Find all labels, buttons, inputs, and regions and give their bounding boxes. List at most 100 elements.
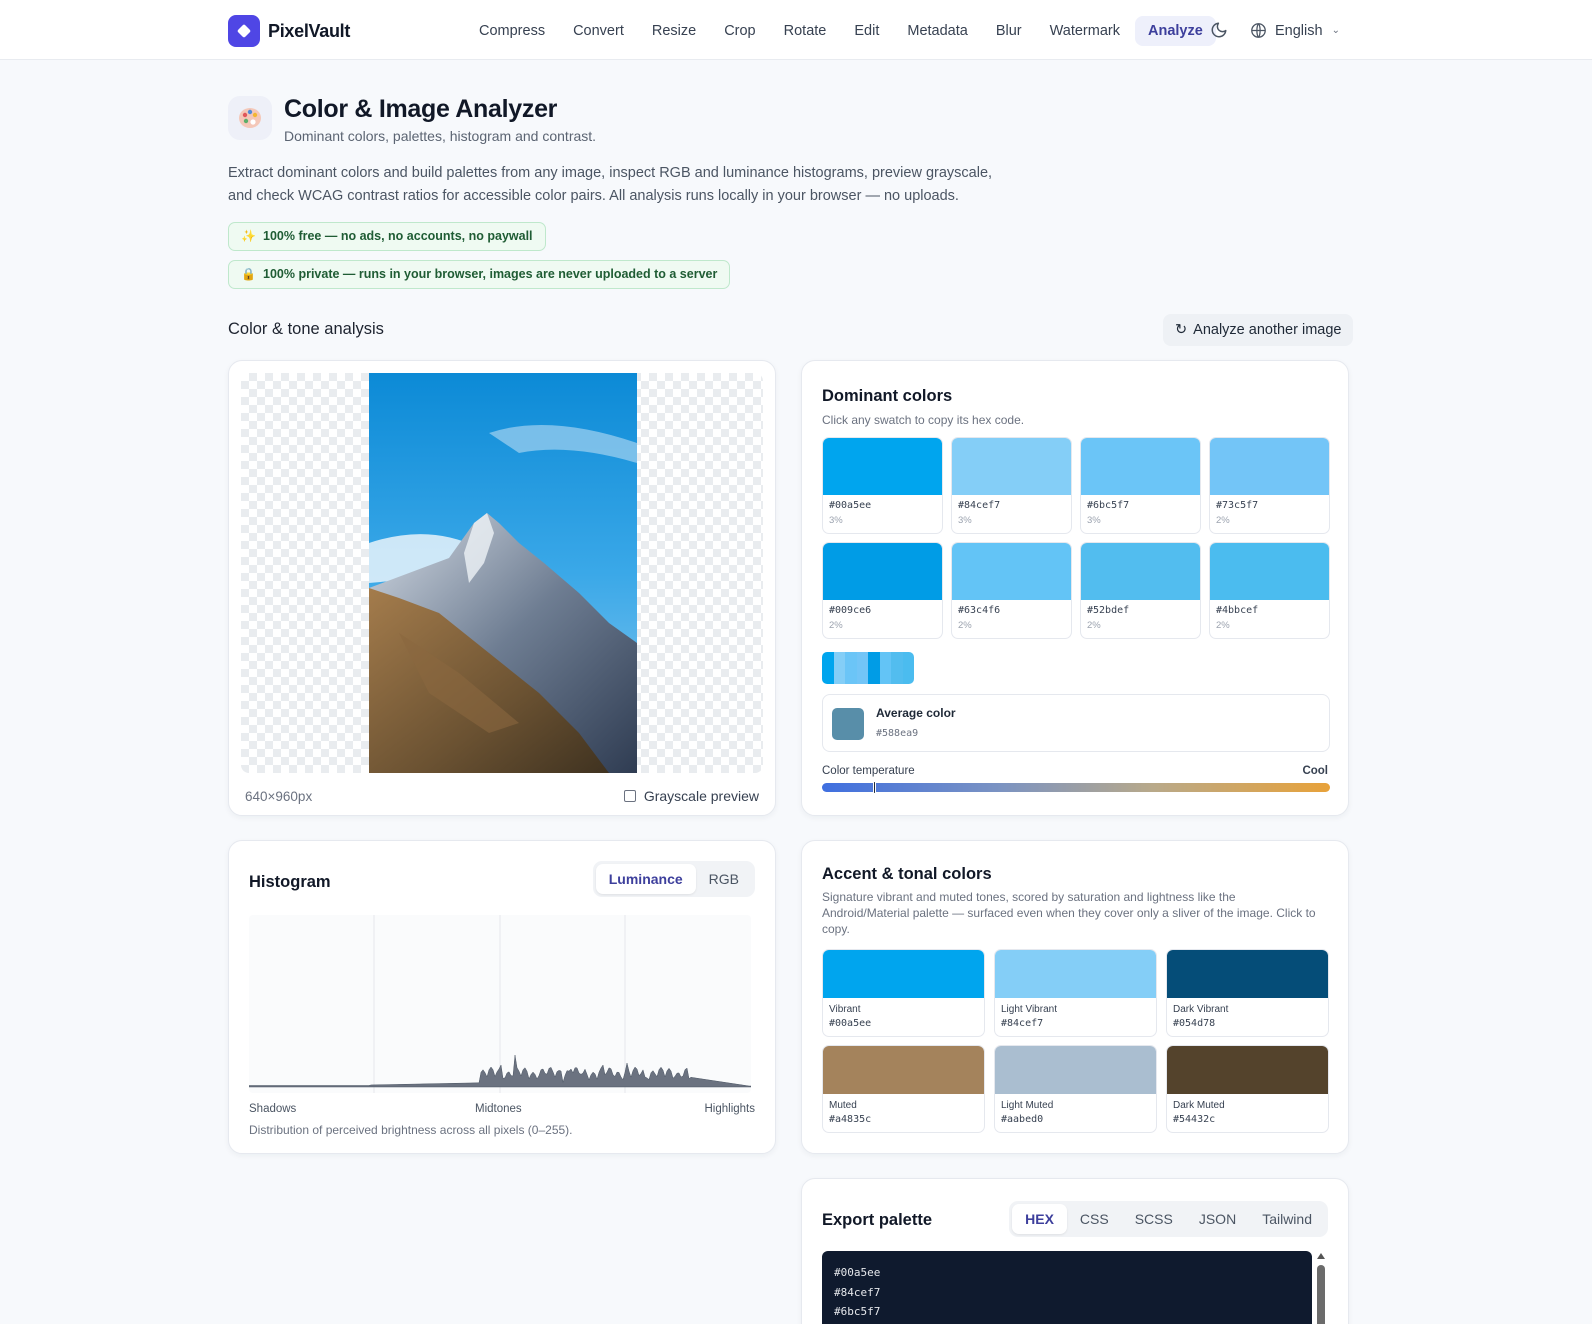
swatch-color	[1210, 438, 1329, 495]
accent-color	[995, 950, 1156, 998]
nav-link-crop[interactable]: Crop	[711, 16, 768, 46]
globe-icon	[1251, 23, 1266, 38]
accent-name: Dark Muted	[1173, 1100, 1225, 1111]
swatch-hex: #009ce6	[829, 605, 872, 616]
average-color[interactable]: Average color #588ea9	[822, 694, 1330, 752]
nav-link-analyze[interactable]: Analyze	[1134, 16, 1216, 46]
accent-swatch[interactable]: Light Muted #aabed0	[994, 1045, 1157, 1133]
nav-link-metadata[interactable]: Metadata	[894, 16, 980, 46]
accent-colors-card: Accent & tonal colors Signature vibrant …	[801, 840, 1349, 1154]
grayscale-checkbox[interactable]	[623, 790, 636, 802]
logo-icon	[228, 15, 260, 47]
histogram-tab-rgb[interactable]: RGB	[696, 864, 752, 894]
temperature-marker	[872, 781, 876, 794]
dominant-colors-subtitle: Click any swatch to copy its hex code.	[822, 413, 1025, 427]
chevron-down-icon: ⌄	[1331, 25, 1340, 36]
export-tab-json[interactable]: JSON	[1186, 1204, 1249, 1234]
swatch-percent: 3%	[1087, 515, 1101, 526]
brand-name: PixelVault	[268, 20, 351, 41]
export-tab-css[interactable]: CSS	[1067, 1204, 1122, 1234]
color-swatch[interactable]: #63c4f6 2%	[951, 542, 1072, 639]
histogram-tab-luminance[interactable]: Luminance	[595, 864, 696, 894]
color-swatch[interactable]: #009ce6 2%	[822, 542, 943, 639]
accent-hex: #00a5ee	[829, 1018, 872, 1029]
language-selector[interactable]: English ⌄	[1250, 22, 1340, 39]
swatch-grid: #00a5ee 3% #84cef7 3% #6bc5f7 3% #73c5f7 2% #009…	[822, 437, 1330, 639]
nav-link-convert[interactable]: Convert	[560, 16, 637, 46]
temperature-bar	[822, 781, 1330, 794]
code-line: #6bc5f7	[834, 1305, 881, 1318]
swatch-hex: #73c5f7	[1216, 500, 1259, 511]
accent-color	[995, 1046, 1156, 1094]
accent-swatch[interactable]: Dark Vibrant #054d78	[1166, 949, 1329, 1037]
page-description: Extract dominant colors and build palett…	[228, 165, 993, 204]
color-swatch[interactable]: #4bbcef 2%	[1209, 542, 1330, 639]
swatch-percent: 3%	[829, 515, 843, 526]
swatch-percent: 2%	[829, 620, 843, 631]
color-swatch[interactable]: #6bc5f7 3%	[1080, 437, 1201, 534]
free-badge-text: 100% free — no ads, no accounts, no payw…	[263, 229, 533, 243]
accent-hex: #054d78	[1173, 1018, 1216, 1029]
scroll-up-icon[interactable]	[1317, 1253, 1325, 1259]
top-nav: PixelVault Compress Convert Resize Crop Rota…	[0, 0, 1592, 60]
nav-link-blur[interactable]: Blur	[983, 16, 1035, 46]
nav-link-watermark[interactable]: Watermark	[1037, 16, 1133, 46]
uploaded-photo	[369, 373, 637, 773]
accent-swatch[interactable]: Light Vibrant #84cef7	[994, 949, 1157, 1037]
export-palette-title: Export palette	[822, 1211, 933, 1229]
swatch-color	[1210, 543, 1329, 600]
accent-swatch[interactable]: Vibrant #00a5ee	[822, 949, 985, 1037]
grayscale-toggle[interactable]: Grayscale preview	[623, 788, 759, 804]
export-tab-scss[interactable]: SCSS	[1122, 1204, 1186, 1234]
accent-name: Light Muted	[1001, 1100, 1054, 1111]
color-swatch[interactable]: #73c5f7 2%	[1209, 437, 1330, 534]
palette-strip-segment	[856, 652, 868, 684]
export-palette-card: Export palette HEX CSS SCSS JSON Tailwind #0…	[801, 1178, 1349, 1324]
code-scrollbar[interactable]	[1316, 1251, 1326, 1324]
color-swatch[interactable]: #00a5ee 3%	[822, 437, 943, 534]
swatch-percent: 3%	[958, 515, 972, 526]
color-swatch[interactable]: #52bdef 2%	[1080, 542, 1201, 639]
accent-hex: #aabed0	[1001, 1114, 1044, 1125]
export-tab-tailwind[interactable]: Tailwind	[1249, 1204, 1325, 1234]
average-color-label: Average color	[876, 706, 956, 720]
nav-link-compress[interactable]: Compress	[466, 16, 558, 46]
page-subtitle: Dominant colors, palettes, histogram and…	[284, 128, 597, 144]
export-tab-hex[interactable]: HEX	[1012, 1204, 1067, 1234]
image-preview-card: 640×960px Grayscale preview	[228, 360, 776, 816]
swatch-color	[1081, 543, 1200, 600]
dominant-colors-title: Dominant colors	[822, 387, 953, 405]
accent-swatch[interactable]: Muted #a4835c	[822, 1045, 985, 1133]
accent-name: Vibrant	[829, 1004, 861, 1015]
dark-mode-icon[interactable]	[1210, 21, 1228, 39]
accent-hex: #84cef7	[1001, 1018, 1044, 1029]
nav-link-rotate[interactable]: Rotate	[771, 16, 840, 46]
swatch-color	[1081, 438, 1200, 495]
nav-link-resize[interactable]: Resize	[639, 16, 709, 46]
image-preview	[241, 373, 763, 773]
analyze-another-button[interactable]: ↻ Analyze another image	[1163, 314, 1354, 346]
accent-hex: #a4835c	[829, 1114, 872, 1125]
palette-strip-segment	[902, 652, 914, 684]
average-color-swatch	[832, 708, 864, 740]
palette-strip-segment	[891, 652, 903, 684]
analyze-another-label: Analyze another image	[1193, 322, 1342, 338]
swatch-hex: #4bbcef	[1216, 605, 1259, 616]
accent-swatch[interactable]: Dark Muted #54432c	[1166, 1045, 1329, 1133]
scroll-thumb[interactable]	[1317, 1265, 1325, 1324]
brand-logo[interactable]: PixelVault	[228, 15, 350, 47]
palette-strip-segment	[822, 652, 834, 684]
grayscale-label: Grayscale preview	[643, 788, 759, 804]
sparkle-icon: ✨	[241, 229, 256, 243]
private-badge-text: 100% private — runs in your browser, ima…	[263, 267, 718, 281]
swatch-color	[952, 543, 1071, 600]
swatch-hex: #84cef7	[958, 500, 1001, 511]
palette-strip-segment	[879, 652, 891, 684]
nav-link-edit[interactable]: Edit	[841, 16, 892, 46]
temperature-label: Color temperature	[822, 765, 915, 777]
color-swatch[interactable]: #84cef7 3%	[951, 437, 1072, 534]
accent-hex: #54432c	[1173, 1114, 1216, 1125]
histogram-chart	[248, 915, 752, 1093]
export-code-block[interactable]: #00a5ee #84cef7 #6bc5f7	[822, 1251, 1312, 1324]
image-dimensions: 640×960px	[245, 789, 313, 804]
